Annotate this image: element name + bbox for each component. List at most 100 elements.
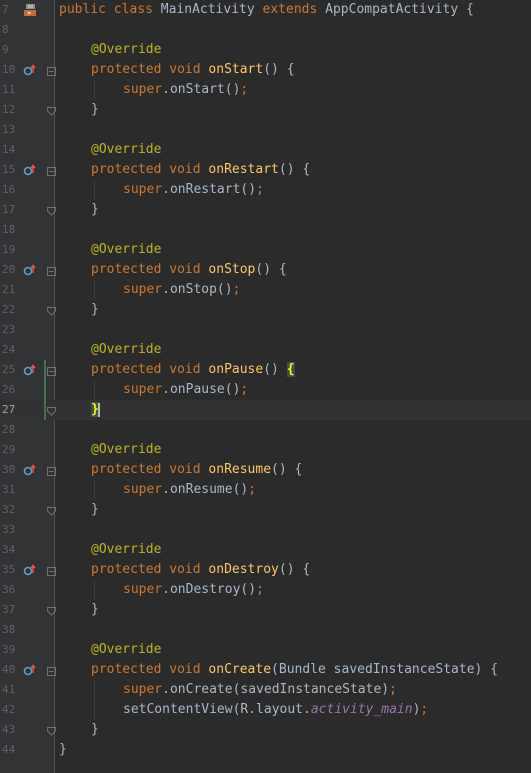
code-editor[interactable]: 7 public class MainActivity extends AppCo… — [0, 0, 531, 773]
code-line[interactable]: 37} — [0, 600, 531, 620]
code-line[interactable]: 39 @Override — [0, 640, 531, 660]
code-line[interactable]: 42 setContentView(R.layout.activity_main)… — [0, 700, 531, 720]
code-line[interactable]: 11 super.onStart(); — [0, 80, 531, 100]
code-text[interactable]: } — [91, 200, 99, 220]
code-line[interactable]: 14 @Override — [0, 140, 531, 160]
code-line[interactable]: 27} — [0, 400, 531, 420]
code-text[interactable]: public class MainActivity extends AppCom… — [59, 0, 474, 20]
line-number: 9 — [2, 43, 9, 56]
fold-end-icon[interactable] — [47, 725, 56, 736]
code-line[interactable]: 8 — [0, 20, 531, 40]
code-line[interactable]: 19 @Override — [0, 240, 531, 260]
fold-collapse-icon[interactable] — [47, 165, 56, 176]
code-text[interactable]: protected void onDestroy() { — [91, 560, 310, 580]
code-line[interactable]: 20 protected void onStop() { — [0, 260, 531, 280]
code-text[interactable]: super.onPause(); — [123, 380, 248, 400]
code-line[interactable]: 44} — [0, 740, 531, 760]
line-number: 40 — [2, 663, 16, 676]
code-text[interactable]: } — [91, 300, 99, 320]
code-text[interactable]: super.onStart(); — [123, 80, 248, 100]
code-text[interactable]: } — [91, 100, 99, 120]
code-text[interactable]: protected void onStart() { — [91, 60, 295, 80]
code-text[interactable]: super.onDestroy(); — [123, 580, 264, 600]
code-text[interactable]: } — [59, 740, 67, 760]
code-text[interactable]: @Override — [91, 140, 161, 160]
code-text[interactable]: @Override — [91, 40, 161, 60]
code-line[interactable]: 15 protected void onRestart() { — [0, 160, 531, 180]
fold-end-icon[interactable] — [47, 105, 56, 116]
code-text[interactable]: protected void onResume() { — [91, 460, 302, 480]
code-line[interactable]: 34 @Override — [0, 540, 531, 560]
code-line[interactable]: 43} — [0, 720, 531, 740]
code-text[interactable]: setContentView(R.layout.activity_main); — [123, 700, 428, 720]
code-line[interactable]: 36 super.onDestroy(); — [0, 580, 531, 600]
code-text[interactable]: super.onRestart(); — [123, 180, 264, 200]
vcs-change-marker[interactable] — [44, 360, 46, 420]
code-line[interactable]: 38 — [0, 620, 531, 640]
code-text[interactable]: protected void onPause() { — [91, 360, 295, 380]
fold-end-icon[interactable] — [47, 605, 56, 616]
code-text[interactable]: } — [91, 720, 99, 740]
fold-collapse-icon[interactable] — [47, 265, 56, 276]
override-icon[interactable] — [23, 663, 37, 677]
code-text[interactable]: } — [91, 400, 100, 420]
code-token: setContentView(R.layout. — [123, 702, 311, 717]
override-icon[interactable] — [23, 63, 37, 77]
code-line[interactable]: 30 protected void onResume() { — [0, 460, 531, 480]
override-icon[interactable] — [23, 163, 37, 177]
code-line[interactable]: 22} — [0, 300, 531, 320]
code-text[interactable]: super.onCreate(savedInstanceState); — [123, 680, 397, 700]
code-text[interactable]: @Override — [91, 640, 161, 660]
code-text[interactable]: protected void onStop() { — [91, 260, 287, 280]
code-text[interactable]: } — [91, 500, 99, 520]
code-line[interactable]: 26 super.onPause(); — [0, 380, 531, 400]
code-line[interactable]: 21 super.onStop(); — [0, 280, 531, 300]
fold-collapse-icon[interactable] — [47, 665, 56, 676]
code-text[interactable]: @Override — [91, 540, 161, 560]
code-line[interactable]: 32} — [0, 500, 531, 520]
override-icon[interactable] — [23, 363, 37, 377]
code-line[interactable]: 31 super.onResume(); — [0, 480, 531, 500]
code-line[interactable]: 13 — [0, 120, 531, 140]
code-line[interactable]: 29 @Override — [0, 440, 531, 460]
override-icon[interactable] — [23, 563, 37, 577]
code-token: @Override — [91, 442, 162, 457]
code-line[interactable]: 40 protected void onCreate(Bundle savedIn… — [0, 660, 531, 680]
code-line[interactable]: 23 — [0, 320, 531, 340]
code-line[interactable]: 12} — [0, 100, 531, 120]
code-line[interactable]: 7 public class MainActivity extends AppCo… — [0, 0, 531, 20]
code-line[interactable]: 41 super.onCreate(savedInstanceState); — [0, 680, 531, 700]
code-line[interactable]: 35 protected void onDestroy() { — [0, 560, 531, 580]
code-line[interactable]: 25 protected void onPause() { — [0, 360, 531, 380]
code-text[interactable]: @Override — [91, 240, 161, 260]
fold-end-icon[interactable] — [47, 505, 56, 516]
code-text[interactable]: @Override — [91, 440, 161, 460]
code-line[interactable]: 24 @Override — [0, 340, 531, 360]
code-text[interactable]: protected void onRestart() { — [91, 160, 310, 180]
code-line[interactable]: 17} — [0, 200, 531, 220]
fold-collapse-icon[interactable] — [47, 465, 56, 476]
code-text[interactable]: } — [91, 600, 99, 620]
override-icon[interactable] — [23, 463, 37, 477]
class-run-icon[interactable] — [23, 3, 37, 17]
code-text[interactable]: super.onStop(); — [123, 280, 240, 300]
override-icon[interactable] — [23, 263, 37, 277]
code-text[interactable]: super.onResume(); — [123, 480, 256, 500]
code-text[interactable]: @Override — [91, 340, 161, 360]
fold-end-icon[interactable] — [47, 405, 56, 416]
code-line[interactable]: 10 protected void onStart() { — [0, 60, 531, 80]
code-line[interactable]: 16 super.onRestart(); — [0, 180, 531, 200]
fold-end-icon[interactable] — [47, 305, 56, 316]
fold-end-icon[interactable] — [47, 205, 56, 216]
fold-collapse-icon[interactable] — [47, 65, 56, 76]
fold-collapse-icon[interactable] — [47, 565, 56, 576]
code-line[interactable]: 18 — [0, 220, 531, 240]
code-text[interactable]: protected void onCreate(Bundle savedInst… — [91, 660, 498, 680]
code-line[interactable]: 28 — [0, 420, 531, 440]
code-line[interactable]: 33 — [0, 520, 531, 540]
code-token: () { — [271, 462, 303, 477]
line-number: 24 — [2, 343, 16, 356]
fold-collapse-icon[interactable] — [47, 365, 56, 376]
line-number: 30 — [2, 463, 16, 476]
code-line[interactable]: 9 @Override — [0, 40, 531, 60]
